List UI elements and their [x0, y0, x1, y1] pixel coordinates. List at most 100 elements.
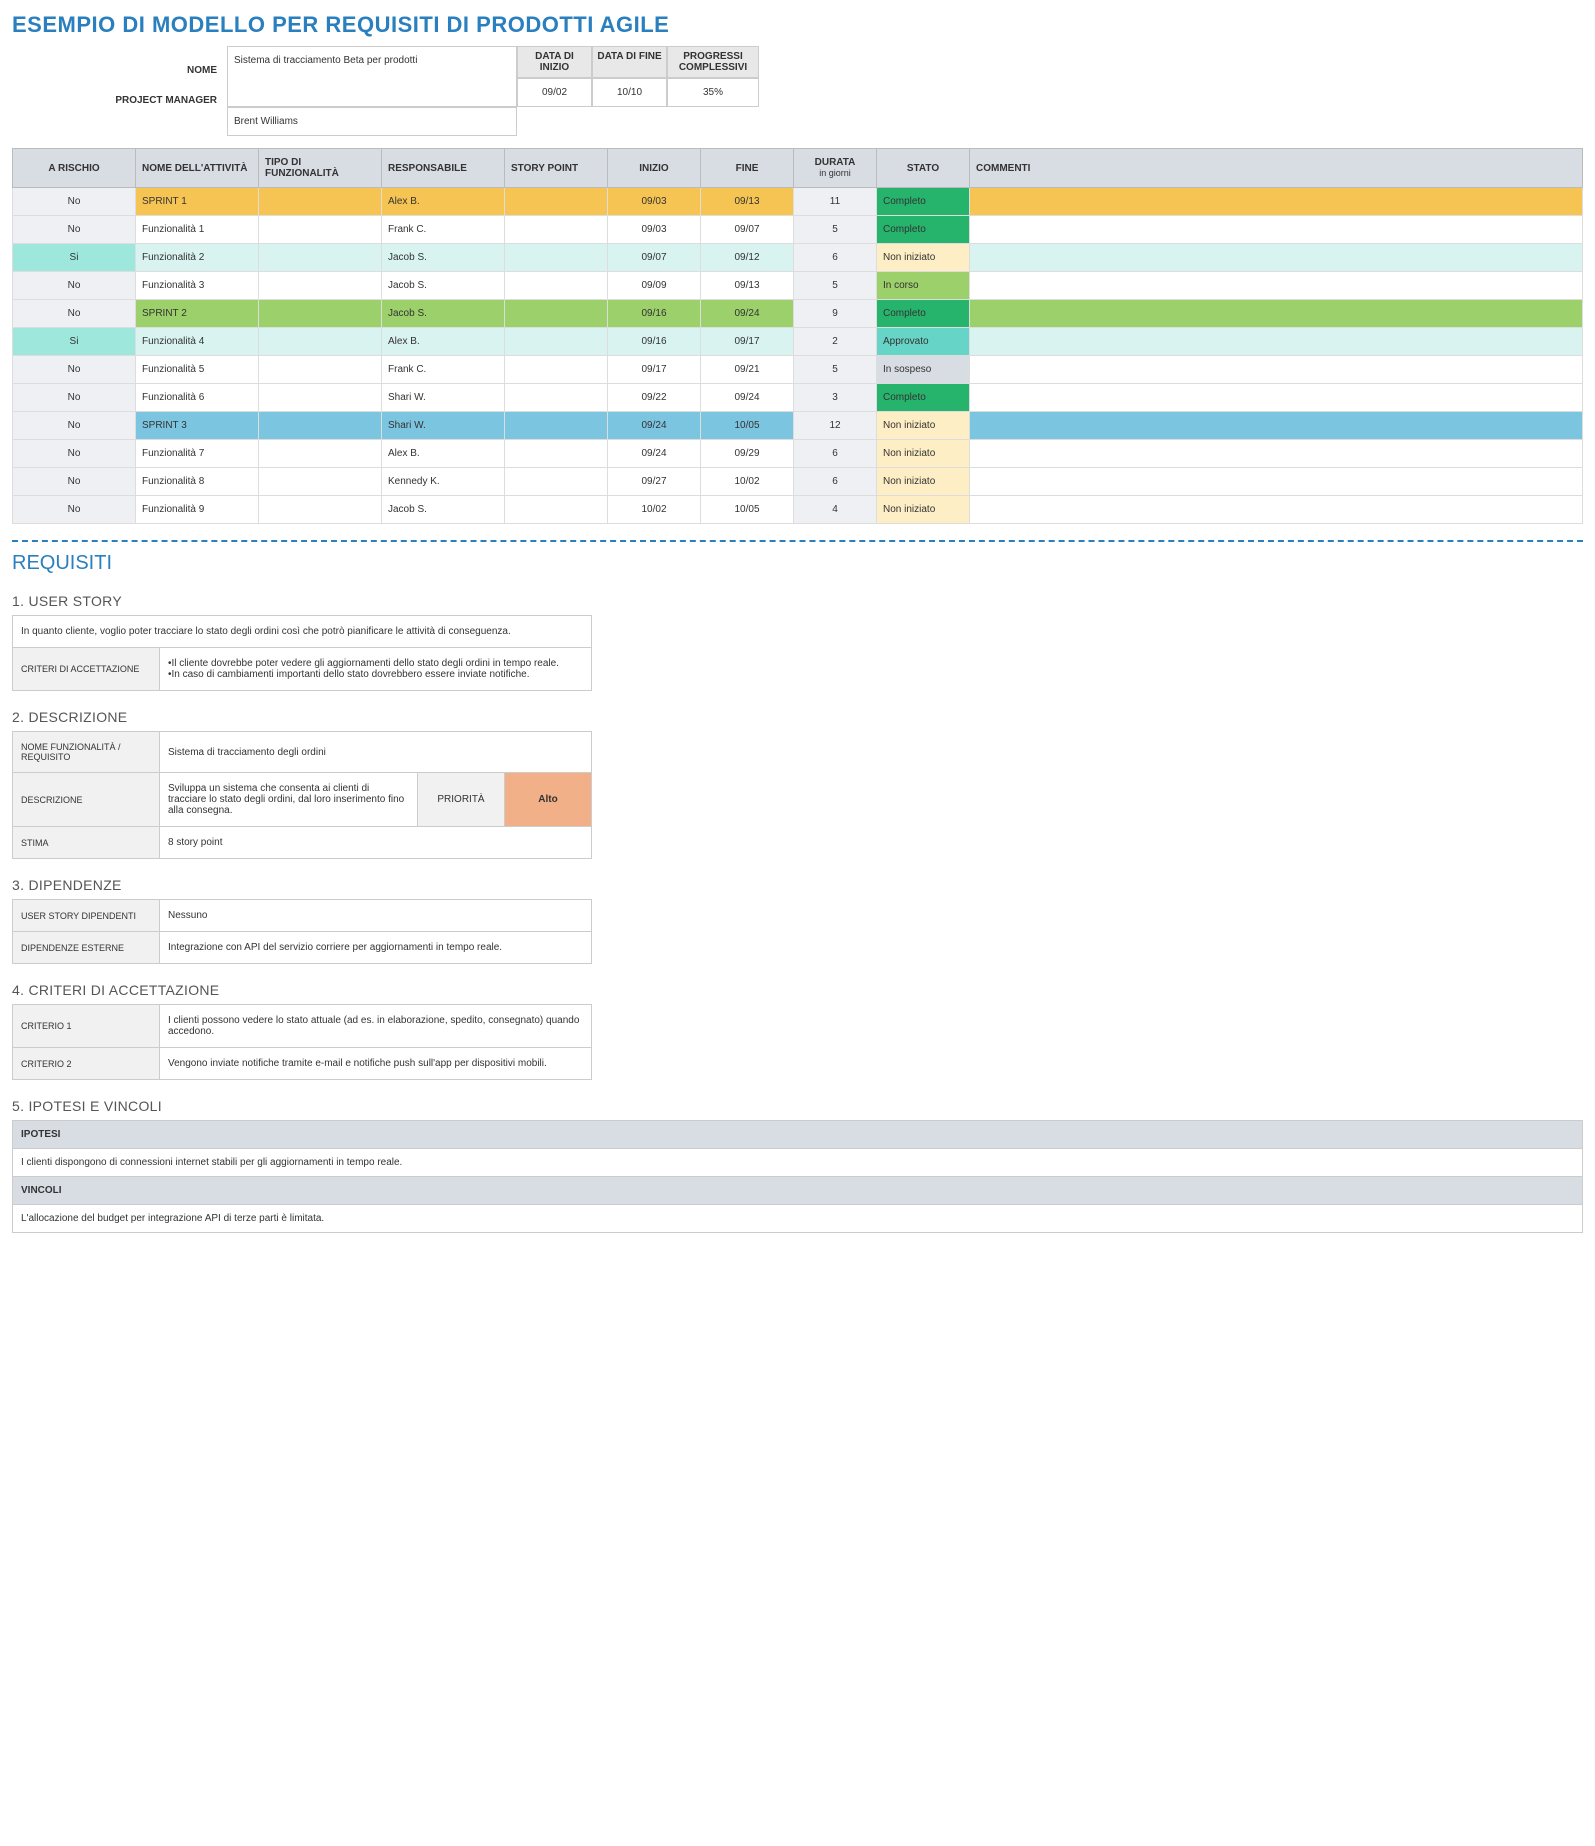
cell-activity: SPRINT 2 — [136, 300, 259, 328]
cell-comm — [970, 272, 1583, 300]
dep-story-label: USER STORY DIPENDENTI — [13, 900, 160, 932]
cell-comm — [970, 384, 1583, 412]
cell-resp: Kennedy K. — [382, 468, 505, 496]
cell-start: 09/03 — [608, 188, 701, 216]
col-data-inizio: DATA DI INIZIO — [517, 46, 592, 78]
project-header: NOME PROJECT MANAGER Sistema di tracciam… — [12, 46, 1583, 136]
crit2-val: Vengono inviate notifiche tramite e-mail… — [160, 1048, 592, 1080]
cell-end: 10/02 — [701, 468, 794, 496]
cell-comm — [970, 244, 1583, 272]
th-activity: NOME DELL'ATTIVITÀ — [136, 149, 259, 188]
cell-risk: Si — [13, 244, 136, 272]
th-sp: STORY POINT — [505, 149, 608, 188]
descrizione-table: NOME FUNZIONALITÀ / REQUISITO Sistema di… — [12, 731, 592, 859]
cell-start: 09/24 — [608, 440, 701, 468]
cell-resp: Alex B. — [382, 188, 505, 216]
cell-sp — [505, 384, 608, 412]
cell-stato: Non iniziato — [877, 440, 970, 468]
cell-sp — [505, 188, 608, 216]
cell-end: 10/05 — [701, 412, 794, 440]
nome-funz-label: NOME FUNZIONALITÀ / REQUISITO — [13, 732, 160, 773]
vincoli-header: VINCOLI — [13, 1177, 1583, 1205]
user-story: In quanto cliente, voglio poter tracciar… — [13, 616, 592, 648]
table-row: NoSPRINT 1Alex B.09/0309/1311Completo — [13, 188, 1583, 216]
sec3-h: 3. DIPENDENZE — [12, 877, 1583, 893]
cell-comm — [970, 468, 1583, 496]
cell-resp: Jacob S. — [382, 272, 505, 300]
cell-risk: No — [13, 216, 136, 244]
cell-activity: SPRINT 3 — [136, 412, 259, 440]
cell-dur: 6 — [794, 468, 877, 496]
cell-stato: In corso — [877, 272, 970, 300]
cell-sp — [505, 356, 608, 384]
cell-resp: Alex B. — [382, 440, 505, 468]
cell-activity: Funzionalità 3 — [136, 272, 259, 300]
cell-activity: Funzionalità 8 — [136, 468, 259, 496]
desc-val: Sviluppa un sistema che consenta ai clie… — [160, 773, 418, 827]
cell-dur: 11 — [794, 188, 877, 216]
cell-start: 09/09 — [608, 272, 701, 300]
th-resp: RESPONSABILE — [382, 149, 505, 188]
table-row: NoFunzionalità 7Alex B.09/2409/296Non in… — [13, 440, 1583, 468]
cell-activity: SPRINT 1 — [136, 188, 259, 216]
cell-risk: No — [13, 440, 136, 468]
cell-resp: Alex B. — [382, 328, 505, 356]
priorita-label: PRIORITÀ — [418, 773, 505, 827]
cell-start: 09/27 — [608, 468, 701, 496]
th-stato: STATO — [877, 149, 970, 188]
cell-risk: No — [13, 496, 136, 524]
cell-sp — [505, 328, 608, 356]
cell-resp: Jacob S. — [382, 300, 505, 328]
cell-type — [259, 328, 382, 356]
cell-start: 09/16 — [608, 328, 701, 356]
cell-start: 09/16 — [608, 300, 701, 328]
cell-risk: No — [13, 272, 136, 300]
desc-label: DESCRIZIONE — [13, 773, 160, 827]
crit2-label: CRITERIO 2 — [13, 1048, 160, 1080]
label-pm: PROJECT MANAGER — [12, 86, 227, 116]
ipotesi-val: I clienti dispongono di connessioni inte… — [13, 1149, 1583, 1177]
cell-resp: Shari W. — [382, 412, 505, 440]
cell-type — [259, 468, 382, 496]
cell-stato: Completo — [877, 216, 970, 244]
cell-sp — [505, 412, 608, 440]
table-row: NoFunzionalità 5Frank C.09/1709/215In so… — [13, 356, 1583, 384]
table-row: NoFunzionalità 1Frank C.09/0309/075Compl… — [13, 216, 1583, 244]
cell-dur: 4 — [794, 496, 877, 524]
col-progressi: PROGRESSI COMPLESSIVI — [667, 46, 759, 78]
sec1-h: 1. USER STORY — [12, 593, 1583, 609]
val-data-fine: 10/10 — [592, 78, 667, 107]
cell-sp — [505, 496, 608, 524]
cell-dur: 3 — [794, 384, 877, 412]
user-story-table: In quanto cliente, voglio poter tracciar… — [12, 615, 592, 691]
priorita-val: Alto — [505, 773, 592, 827]
cell-activity: Funzionalità 5 — [136, 356, 259, 384]
cell-comm — [970, 356, 1583, 384]
cell-sp — [505, 440, 608, 468]
val-data-inizio: 09/02 — [517, 78, 592, 107]
cell-end: 10/05 — [701, 496, 794, 524]
cell-stato: Completo — [877, 188, 970, 216]
cell-resp: Jacob S. — [382, 244, 505, 272]
cell-start: 09/17 — [608, 356, 701, 384]
cell-end: 09/12 — [701, 244, 794, 272]
th-type: TIPO DI FUNZIONALITÀ — [259, 149, 382, 188]
activity-table: A RISCHIO NOME DELL'ATTIVITÀ TIPO DI FUN… — [12, 148, 1583, 524]
cell-sp — [505, 244, 608, 272]
stima-val: 8 story point — [160, 827, 592, 859]
cell-stato: In sospeso — [877, 356, 970, 384]
cell-sp — [505, 300, 608, 328]
th-start: INIZIO — [608, 149, 701, 188]
cell-sp — [505, 216, 608, 244]
table-row: NoSPRINT 3Shari W.09/2410/0512Non inizia… — [13, 412, 1583, 440]
table-row: SiFunzionalità 4Alex B.09/1609/172Approv… — [13, 328, 1583, 356]
cell-risk: No — [13, 356, 136, 384]
cell-risk: Si — [13, 328, 136, 356]
criteri-val: •Il cliente dovrebbe poter vedere gli ag… — [160, 648, 592, 691]
cell-type — [259, 496, 382, 524]
cell-activity: Funzionalità 4 — [136, 328, 259, 356]
dipendenze-table: USER STORY DIPENDENTI Nessuno DIPENDENZE… — [12, 899, 592, 964]
cell-type — [259, 244, 382, 272]
cell-type — [259, 300, 382, 328]
cell-stato: Non iniziato — [877, 496, 970, 524]
